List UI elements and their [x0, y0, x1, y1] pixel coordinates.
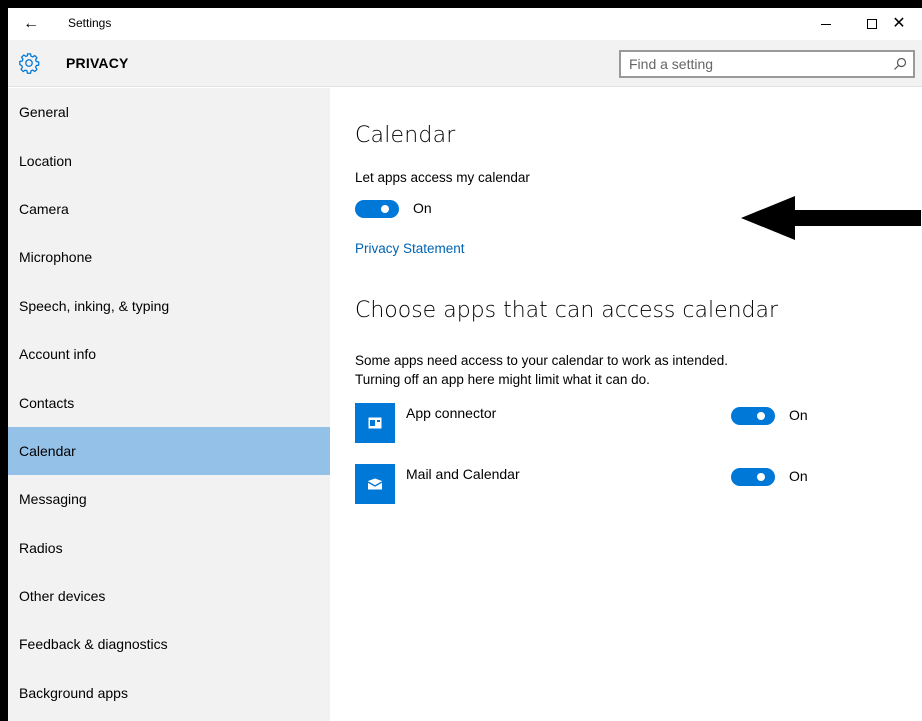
toggle-state-label: On: [789, 468, 808, 484]
close-button[interactable]: ✕: [876, 8, 922, 40]
sidebar-item-label: Calendar: [19, 442, 76, 459]
page-header: PRIVACY: [8, 40, 922, 87]
sidebar-item-background-apps[interactable]: Background apps: [8, 669, 330, 717]
toggle-knob: [381, 205, 389, 213]
sidebar-nav: General Location Camera Microphone Speec…: [8, 88, 330, 721]
sidebar-item-radios[interactable]: Radios: [8, 524, 330, 572]
sidebar-item-feedback[interactable]: Feedback & diagnostics: [8, 620, 330, 668]
title-bar: ← Settings ✕: [8, 8, 922, 40]
sidebar-item-label: Other devices: [19, 588, 106, 605]
sidebar-item-label: Feedback & diagnostics: [19, 636, 168, 653]
back-arrow-icon: ←: [23, 15, 39, 32]
sidebar-item-camera[interactable]: Camera: [8, 185, 330, 233]
sidebar-item-messaging[interactable]: Messaging: [8, 475, 330, 523]
sidebar-item-location[interactable]: Location: [8, 136, 330, 184]
description-line: Some apps need access to your calendar t…: [355, 353, 728, 368]
app-connector-icon: [368, 417, 382, 429]
calendar-access-toggle[interactable]: [355, 200, 399, 218]
sidebar-item-other-devices[interactable]: Other devices: [8, 572, 330, 620]
minimize-button[interactable]: [803, 8, 849, 40]
app-connector-toggle[interactable]: [731, 407, 775, 425]
left-arrow-annotation: [741, 196, 921, 240]
page-title: PRIVACY: [66, 55, 129, 71]
app-tile: [355, 464, 395, 504]
gear-icon: [19, 53, 40, 74]
toggle-state-label: On: [789, 407, 808, 423]
search-input[interactable]: [621, 52, 881, 76]
toggle-knob: [757, 412, 765, 420]
access-label: Let apps access my calendar: [355, 170, 530, 185]
settings-window: ← Settings ✕ PRIVACY General Locatio: [8, 8, 922, 721]
sidebar-item-label: General: [19, 104, 69, 121]
privacy-statement-link[interactable]: Privacy Statement: [355, 241, 465, 256]
sidebar-item-label: Account info: [19, 346, 97, 363]
app-row-app-connector: App connector On: [355, 403, 915, 447]
mail-envelope-icon: [367, 478, 383, 490]
app-tile: [355, 403, 395, 443]
app-name: Mail and Calendar: [406, 466, 520, 482]
close-icon: ✕: [892, 15, 906, 32]
minimize-icon: [821, 23, 831, 25]
section-heading: Calendar: [355, 123, 456, 148]
mail-calendar-toggle[interactable]: [731, 468, 775, 486]
search-icon[interactable]: [893, 57, 907, 71]
sidebar-item-label: Speech, inking, & typing: [19, 297, 170, 314]
search-box[interactable]: [619, 50, 915, 78]
sidebar-item-label: Contacts: [19, 394, 75, 411]
sidebar-item-label: Location: [19, 152, 72, 169]
sidebar-item-account-info[interactable]: Account info: [8, 330, 330, 378]
sidebar-item-speech[interactable]: Speech, inking, & typing: [8, 282, 330, 330]
sidebar-item-label: Radios: [19, 539, 63, 556]
sidebar-item-microphone[interactable]: Microphone: [8, 233, 330, 281]
sidebar-item-general[interactable]: General: [8, 88, 330, 136]
sidebar-item-label: Camera: [19, 200, 69, 217]
sidebar-item-label: Microphone: [19, 249, 93, 266]
main-content: Calendar Let apps access my calendar On …: [330, 88, 922, 721]
sidebar-item-label: Messaging: [19, 491, 87, 508]
sidebar-item-label: Background apps: [19, 684, 128, 701]
sidebar-item-contacts[interactable]: Contacts: [8, 378, 330, 426]
app-name: App connector: [406, 405, 497, 421]
apps-subheading: Choose apps that can access calendar: [355, 298, 779, 323]
toggle-state-label: On: [413, 200, 432, 216]
back-button[interactable]: ←: [8, 8, 54, 40]
window-title: Settings: [68, 16, 112, 30]
app-row-mail-calendar: Mail and Calendar On: [355, 464, 915, 508]
description-line: Turning off an app here might limit what…: [355, 372, 650, 387]
sidebar-item-calendar[interactable]: Calendar: [8, 426, 330, 476]
toggle-knob: [757, 473, 765, 481]
apps-description: Some apps need access to your calendar t…: [355, 351, 875, 389]
